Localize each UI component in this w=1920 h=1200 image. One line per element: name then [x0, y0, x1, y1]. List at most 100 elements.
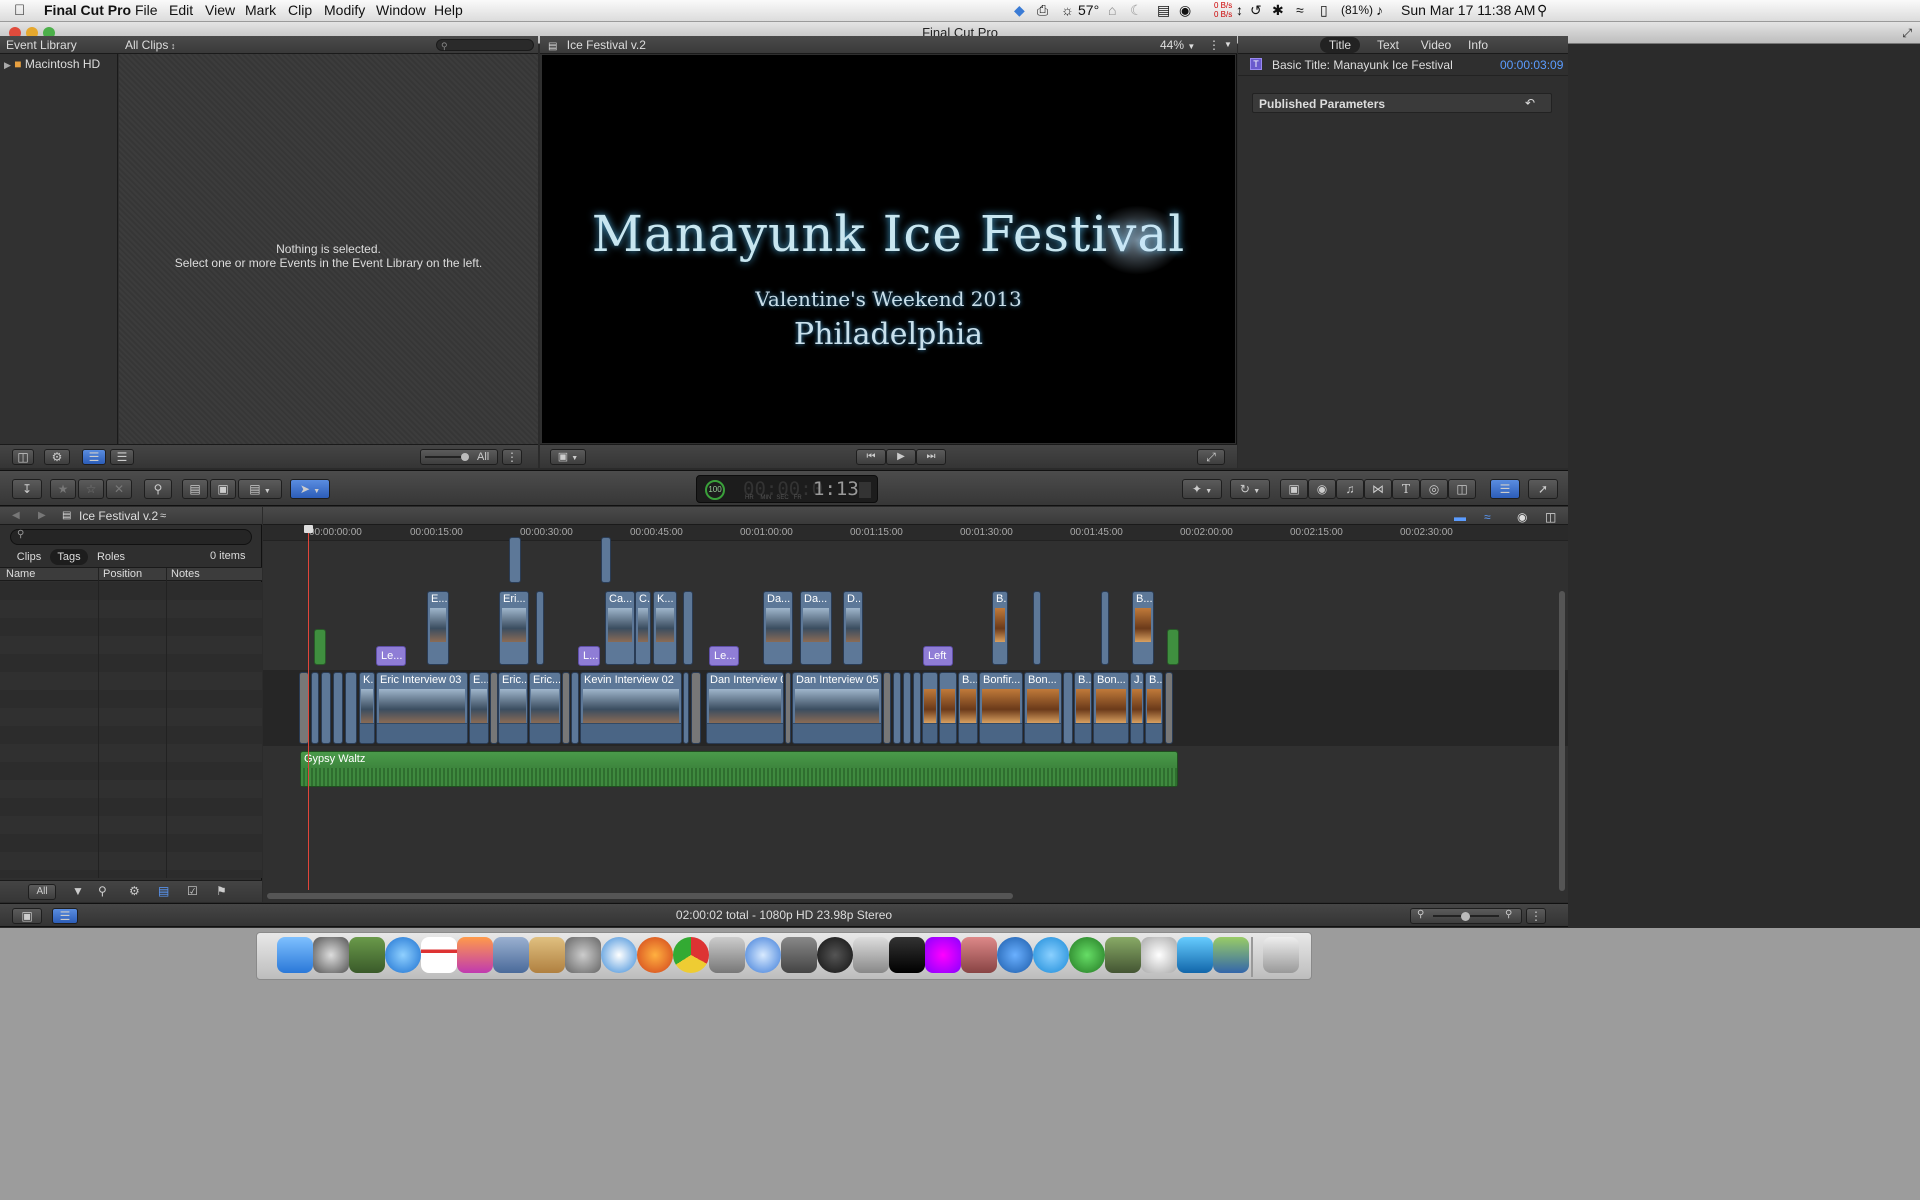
evernote-icon[interactable]: ◉ — [1179, 2, 1191, 19]
battery-icon[interactable]: ▯ — [1320, 2, 1328, 19]
diamond-app-icon[interactable] — [1177, 937, 1213, 973]
select-tool-icon[interactable]: ➤ ▼ — [290, 479, 330, 499]
photo-booth-icon[interactable] — [817, 937, 853, 973]
zoom-dropdown[interactable]: 44% ▼ — [1160, 36, 1195, 56]
timeline-ruler[interactable]: 00:00:00:00 00:00:15:00 00:00:30:00 00:0… — [263, 525, 1568, 541]
clip-appearance-icon[interactable]: ▬ — [1454, 508, 1466, 526]
connected-clip[interactable] — [683, 591, 693, 665]
primary-clip[interactable]: Eric Interview 03 — [376, 672, 468, 744]
column-notes[interactable]: Notes — [166, 568, 200, 582]
primary-clip[interactable]: B... — [1074, 672, 1092, 744]
view-options-icon[interactable]: ⋮ — [1208, 36, 1220, 54]
list-view-button[interactable]: ☰ — [110, 449, 134, 465]
clipboard-icon[interactable]: ▤ — [1157, 2, 1170, 19]
primary-clip[interactable] — [893, 672, 901, 744]
title-clip[interactable]: Le... — [709, 646, 739, 666]
primary-clip[interactable] — [939, 672, 957, 744]
connected-audio-clip[interactable] — [1167, 629, 1179, 665]
menu-view[interactable]: View — [205, 2, 235, 18]
zoom-out-icon[interactable]: ⚲ — [1417, 909, 1424, 920]
primary-clip[interactable] — [321, 672, 331, 744]
connected-video-clip[interactable]: Da... — [763, 591, 793, 665]
bluetooth-icon[interactable]: ✱ — [1272, 2, 1284, 19]
published-parameters-section[interactable]: Published Parameters ↶ — [1252, 93, 1552, 113]
photo-browser-camera-icon[interactable]: ◉ — [1308, 479, 1336, 499]
media-browser-icon[interactable]: ▣ — [1280, 479, 1308, 499]
primary-clip[interactable]: Dan Interview 02 — [706, 672, 784, 744]
event-search-field[interactable]: ⚲ — [436, 39, 534, 51]
time-machine-icon[interactable]: ↺ — [1250, 2, 1262, 19]
generators-browser-icon[interactable]: ◎ — [1420, 479, 1448, 499]
title-clip[interactable]: Le... — [376, 646, 406, 666]
primary-clip[interactable]: B... — [958, 672, 978, 744]
marker-filter-icon[interactable]: ▼ — [72, 884, 84, 898]
show-library-button[interactable]: ◫ — [12, 449, 34, 465]
primary-clip[interactable]: Bon... — [1024, 672, 1062, 744]
waveform-toggle-button[interactable]: ⋮ — [502, 449, 522, 465]
connected-audio-clip[interactable] — [314, 629, 326, 665]
primary-clip[interactable]: J... — [1130, 672, 1144, 744]
safari-icon[interactable] — [601, 937, 637, 973]
menu-file[interactable]: File — [135, 2, 158, 18]
primary-clip[interactable]: Bonfir... — [979, 672, 1023, 744]
retime-icon[interactable]: ↻ ▼ — [1230, 479, 1270, 499]
photo-stack-icon[interactable] — [961, 937, 997, 973]
app-store-icon[interactable] — [385, 937, 421, 973]
compressor-icon[interactable] — [853, 937, 889, 973]
previous-edit-icon[interactable]: ⏮ — [856, 449, 886, 465]
primary-clip[interactable]: Bon... — [1093, 672, 1129, 744]
forward-arrow-icon[interactable]: ▶ — [38, 507, 46, 525]
primary-clip[interactable] — [1063, 672, 1073, 744]
titles-browser-icon[interactable]: T — [1392, 479, 1420, 499]
clip-size-all-label[interactable]: All — [477, 451, 489, 463]
sheep-icon[interactable] — [1141, 937, 1177, 973]
connected-video-clip[interactable]: Da... — [800, 591, 832, 665]
music-browser-icon[interactable]: ♫ — [1336, 479, 1364, 499]
primary-clip[interactable] — [922, 672, 938, 744]
menu-clock[interactable]: Sun Mar 17 11:38 AM — [1401, 2, 1535, 18]
primary-clip[interactable]: Eric... — [529, 672, 561, 744]
append-clip-icon[interactable]: ▤ ▼ — [238, 479, 282, 499]
viewer-canvas[interactable]: Manayunk Ice Festival Valentine's Weeken… — [542, 55, 1235, 443]
inspector-toggle-icon[interactable]: ☰ — [1490, 479, 1520, 499]
primary-clip[interactable] — [345, 672, 357, 744]
fullscreen-play-icon[interactable]: ⤢ — [1197, 449, 1225, 465]
printer-icon[interactable]: ⎙ — [1037, 2, 1048, 19]
background-tasks-indicator[interactable]: 100 — [705, 480, 725, 500]
apple-icon[interactable]:  — [14, 2, 25, 19]
clips-filter-dropdown[interactable]: All Clips — [125, 38, 168, 52]
completed-todo-filter-icon[interactable]: ☑ — [187, 884, 198, 898]
trash-icon[interactable] — [1263, 937, 1299, 973]
vertical-scrollbar[interactable] — [1559, 591, 1565, 891]
temperature-label[interactable]: 57° — [1078, 2, 1099, 18]
audio-meters-icon[interactable] — [859, 482, 871, 498]
facetime-icon[interactable] — [709, 937, 745, 973]
back-arrow-icon[interactable]: ◀ — [12, 507, 20, 525]
menu-help[interactable]: Help — [434, 2, 463, 18]
photo-app-icon[interactable] — [493, 937, 529, 973]
primary-clip[interactable]: Kevin Interview 02 — [580, 672, 682, 744]
library-item-macintosh-hd[interactable]: ▶ ■ Macintosh HD — [4, 57, 100, 71]
finder-icon[interactable] — [277, 937, 313, 973]
motion-icon[interactable] — [925, 937, 961, 973]
primary-clip[interactable] — [311, 672, 319, 744]
system-preferences-icon[interactable] — [565, 937, 601, 973]
menu-modify[interactable]: Modify — [324, 2, 365, 18]
connected-clip[interactable] — [509, 537, 521, 583]
quicktime-icon[interactable] — [997, 937, 1033, 973]
final-cut-pro-icon[interactable] — [889, 937, 925, 973]
preview-icon[interactable] — [349, 937, 385, 973]
connected-video-clip[interactable]: K... — [653, 591, 677, 665]
skimmer-audio-icon[interactable]: ≈ — [160, 507, 166, 525]
disclosure-triangle-icon[interactable]: ▶ — [4, 60, 11, 70]
connected-clip[interactable] — [1033, 591, 1041, 665]
globe-icon[interactable] — [1069, 937, 1105, 973]
spotlight-icon[interactable]: ⚲ — [1537, 2, 1547, 19]
zoom-slider-knob[interactable] — [1461, 912, 1470, 921]
themes-browser-icon[interactable]: ◫ — [1448, 479, 1476, 499]
battery-percent[interactable]: (81%) — [1341, 3, 1373, 17]
playhead[interactable] — [308, 527, 309, 890]
import-media-icon[interactable]: ↧ — [12, 479, 42, 499]
gap-clip[interactable] — [691, 672, 701, 744]
contacts-icon[interactable] — [529, 937, 565, 973]
